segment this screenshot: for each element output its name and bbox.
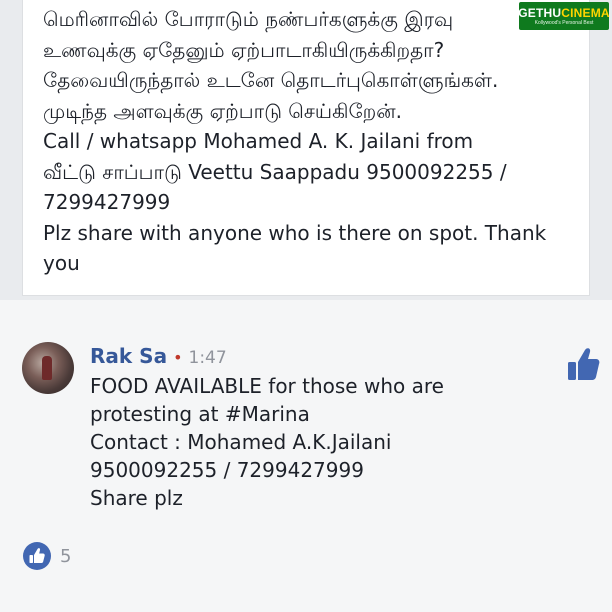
comment-body: FOOD AVAILABLE for those who are protest… (90, 372, 510, 512)
post-line: மெரினாவில் போராடும் நண்பர்களுக்கு இரவு (43, 7, 454, 31)
gethu-cinema-watermark: GETHUCINEMA Kollywood's Personal Best (518, 2, 610, 30)
post-line: தேவையிருந்தால் உடனே தொடர்புகொள்ளுங்கள். (43, 68, 499, 92)
post-line: Plz share with anyone who is there on sp… (43, 220, 547, 276)
like-badge-icon (23, 542, 51, 570)
post-text: மெரினாவில் போராடும் நண்பர்களுக்கு இரவு உ… (43, 4, 583, 279)
separator-dot: • (173, 348, 183, 367)
comment-line: Contact : Mohamed A.K.Jailani (90, 430, 392, 454)
comment-line: Share plz (90, 486, 183, 510)
watermark-part2: CINEMA (561, 5, 610, 20)
post-line: முடிந்த அளவுக்கு ஏற்பாடு செய்கிறேன். (43, 98, 403, 123)
avatar[interactable] (22, 342, 74, 394)
post-line: Call / whatsapp Mohamed A. K. Jailani fr… (43, 129, 474, 153)
comment-line: FOOD AVAILABLE for those who are (90, 374, 444, 398)
watermark-tagline: Kollywood's Personal Best (534, 19, 594, 26)
post-line: 7299427999 (43, 190, 171, 214)
like-thumb-icon[interactable] (566, 346, 600, 382)
post-line: உணவுக்கு ஏதேனும் ஏற்பாடாகியிருக்கிறதா? (43, 37, 445, 62)
reaction-count: 5 (60, 545, 72, 567)
reactions-bar[interactable]: 5 (22, 540, 71, 572)
avatar-figure (42, 356, 52, 380)
comment-header: Rak Sa • 1:47 (90, 344, 227, 370)
comment-line: protesting at #Marina (90, 402, 310, 426)
watermark-logo: GETHUCINEMA (518, 5, 610, 20)
comment-author-link[interactable]: Rak Sa (90, 344, 167, 368)
comment-timestamp[interactable]: 1:47 (189, 348, 227, 368)
post-line: வீட்டு சாப்பாடு Veettu Saappadu 95000922… (43, 159, 507, 184)
comment-line: 9500092255 / 7299427999 (90, 458, 364, 482)
watermark-part1: GETHU (518, 5, 562, 20)
post-card: மெரினாவில் போராடும் நண்பர்களுக்கு இரவு உ… (22, 0, 590, 296)
